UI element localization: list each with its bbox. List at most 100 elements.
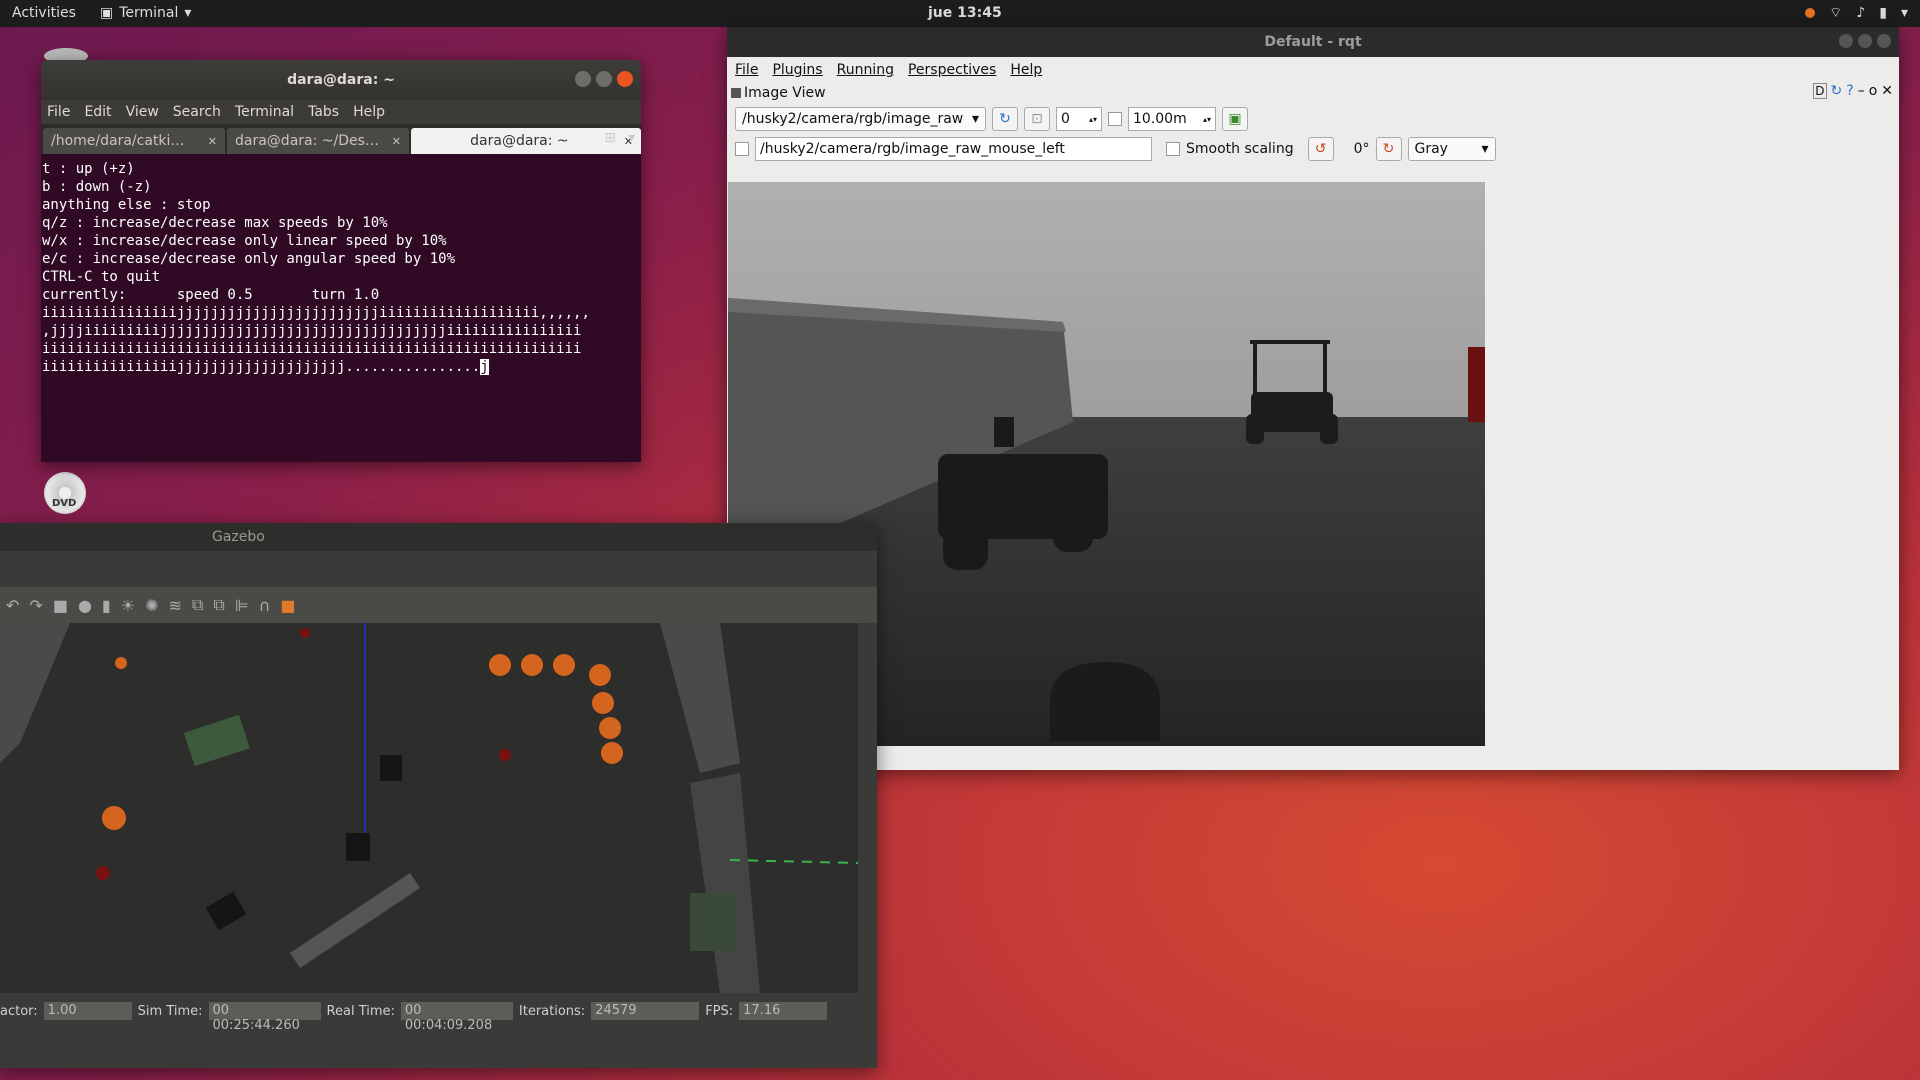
minimize-icon[interactable]: –	[1858, 83, 1865, 99]
mouse-publish-checkbox[interactable]	[735, 142, 749, 156]
terminal-tab-1[interactable]: /home/dara/catki… ✕	[43, 128, 225, 154]
refresh-icon[interactable]: ↻	[992, 107, 1018, 131]
menu-terminal[interactable]: Terminal	[235, 104, 294, 120]
activities-button[interactable]: Activities	[12, 5, 76, 21]
fps-value: 17.16	[739, 1002, 828, 1020]
close-icon[interactable]: ✕	[1881, 83, 1893, 99]
terminal-window[interactable]: dara@dara: ~ File Edit View Search Termi…	[41, 60, 641, 462]
range-checkbox[interactable]	[1108, 112, 1122, 126]
smooth-scaling-checkbox[interactable]	[1166, 142, 1180, 156]
float-icon[interactable]: o	[1869, 83, 1878, 99]
point-light-icon[interactable]: ✺	[145, 596, 158, 615]
iterations-label: Iterations:	[518, 1003, 586, 1019]
terminal-menubar: File Edit View Search Terminal Tabs Help	[41, 100, 641, 124]
copy-icon[interactable]: ⧉	[192, 595, 203, 615]
tab-label: dara@dara: ~	[470, 133, 569, 149]
rotate-right-icon[interactable]: ↻	[1375, 137, 1402, 161]
gazebo-window[interactable]: Gazebo ↶ ↷ ■ ● ▮ ☀ ✺ ≋ ⧉ ⧉ ⊫ ∩ ■ actor: …	[0, 523, 877, 1068]
menu-plugins[interactable]: Plugins	[772, 62, 822, 78]
terminal-line: iiiiiiiiiiiiiiiijjjjjjjjjjjjjjjjjjjj....…	[42, 359, 481, 375]
terminal-line: e/c : increase/decrease only angular spe…	[42, 251, 456, 267]
close-icon[interactable]	[1877, 34, 1891, 48]
menu-help[interactable]: Help	[1010, 62, 1042, 78]
chevron-down-icon: ▾	[184, 5, 192, 21]
menu-file[interactable]: File	[735, 62, 758, 78]
menu-tabs[interactable]: Tabs	[308, 104, 339, 120]
gazebo-scene-illustration	[0, 623, 858, 993]
fps-label: FPS:	[705, 1003, 734, 1019]
align-icon[interactable]: ⊫	[235, 596, 249, 615]
rqt-titlebar[interactable]: Default - rqt	[727, 27, 1899, 57]
undo-icon[interactable]: ↶	[6, 596, 19, 615]
plugin-grip-icon[interactable]	[731, 88, 741, 98]
plugin-header: Image View D ↻ ? – o ✕	[727, 83, 1899, 103]
rotate-left-icon[interactable]: ↺	[1307, 137, 1334, 161]
menu-perspectives[interactable]: Perspectives	[908, 62, 996, 78]
rqt-title: Default - rqt	[1264, 34, 1362, 50]
colormap-select[interactable]: Gray ▾	[1407, 137, 1496, 161]
mouse-topic-input[interactable]: /husky2/camera/rgb/image_raw_mouse_left	[755, 137, 1152, 161]
image-view-toolbar: /husky2/camera/rgb/image_raw ▾ ↻ ⊡ 0 ▴▾ …	[727, 103, 1899, 135]
chevron-down-icon: ▾	[971, 111, 979, 127]
menu-edit[interactable]: Edit	[84, 104, 111, 120]
terminal-app-icon: ▣	[100, 5, 114, 21]
gazebo-menubar	[0, 551, 877, 587]
spot-light-icon[interactable]: ≋	[168, 596, 181, 615]
terminal-tab-2[interactable]: dara@dara: ~/Des… ✕	[227, 128, 409, 154]
dvd-icon[interactable]: DVD	[44, 472, 86, 514]
menu-running[interactable]: Running	[837, 62, 894, 78]
app-menu-label: Terminal	[119, 5, 179, 21]
plugin-title: Image View	[744, 85, 826, 101]
menu-search[interactable]: Search	[173, 104, 221, 120]
max-range-value: 10.00m	[1133, 111, 1187, 127]
terminal-line: w/x : increase/decrease only linear spee…	[42, 233, 447, 249]
reload-icon[interactable]: ↻	[1831, 83, 1843, 99]
volume-icon: ♪	[1856, 5, 1866, 21]
maximize-icon[interactable]	[1858, 34, 1872, 48]
redo-icon[interactable]: ↷	[29, 596, 42, 615]
mouse-topic-value: /husky2/camera/rgb/image_raw_mouse_left	[760, 141, 1065, 157]
terminal-line: iiiiiiiiiiiiiiiiiiiiiiiiiiiiiiiiiiiiiiii…	[42, 341, 582, 357]
close-icon[interactable]: ✕	[392, 135, 401, 148]
help-icon[interactable]: ?	[1846, 83, 1853, 99]
menu-view[interactable]: View	[126, 104, 159, 120]
rqt-window[interactable]: Default - rqt File Plugins Running Persp…	[727, 27, 1899, 770]
minimize-icon[interactable]	[1839, 34, 1853, 48]
menu-file[interactable]: File	[47, 104, 70, 120]
snap-icon[interactable]: ∩	[259, 596, 271, 615]
clock[interactable]: jue 13:45	[928, 5, 1002, 21]
spin-value: 0	[1061, 111, 1070, 127]
max-range-input[interactable]: 10.00m ▴▾	[1128, 107, 1216, 131]
factor-value: 1.00	[43, 1002, 132, 1020]
system-tray[interactable]: ⌔ ♪ ▮ ▾	[1805, 4, 1908, 22]
close-icon[interactable]: ✕	[208, 135, 217, 148]
close-icon[interactable]	[617, 71, 633, 87]
terminal-output[interactable]: t : up (+z) b : down (-z) anything else : …	[41, 154, 641, 462]
maximize-icon[interactable]	[596, 71, 612, 87]
tab-label: dara@dara: ~/Des…	[235, 133, 379, 149]
topic-select-value: /husky2/camera/rgb/image_raw	[742, 111, 964, 127]
terminal-line: ,jjjjiiiiiiiiijjjjjjjjjjjjjjjjjjjjjjjjjj…	[42, 323, 582, 339]
topic-select[interactable]: /husky2/camera/rgb/image_raw ▾	[735, 107, 986, 131]
plugin-dock-button[interactable]: D	[1813, 83, 1827, 99]
paste-icon[interactable]: ⧉	[213, 595, 224, 615]
zoom-icon[interactable]: ⊡	[1024, 107, 1050, 131]
gazebo-titlebar[interactable]: Gazebo	[0, 523, 877, 551]
new-tab-icon[interactable]: ⊞	[604, 130, 616, 146]
terminal-line: CTRL-C to quit	[42, 269, 161, 285]
chevron-down-icon[interactable]: ▾	[628, 130, 635, 146]
sun-light-icon[interactable]: ☀	[121, 596, 135, 615]
sim-time-value: 00 00:25:44.260	[208, 1002, 321, 1033]
color-icon[interactable]: ■	[280, 596, 295, 615]
app-menu[interactable]: ▣ Terminal ▾	[100, 5, 191, 21]
gazebo-3d-view[interactable]	[0, 623, 858, 993]
top-bar: Activities ▣ Terminal ▾ jue 13:45 ⌔ ♪ ▮ …	[0, 0, 1920, 27]
spin-input[interactable]: 0 ▴▾	[1056, 107, 1102, 131]
box-shape-icon[interactable]: ■	[53, 596, 68, 615]
minimize-icon[interactable]	[575, 71, 591, 87]
menu-help[interactable]: Help	[353, 104, 385, 120]
save-image-icon[interactable]: ▣	[1222, 107, 1248, 131]
sphere-shape-icon[interactable]: ●	[78, 596, 92, 615]
terminal-titlebar[interactable]: dara@dara: ~	[41, 60, 641, 100]
cylinder-shape-icon[interactable]: ▮	[102, 596, 111, 615]
